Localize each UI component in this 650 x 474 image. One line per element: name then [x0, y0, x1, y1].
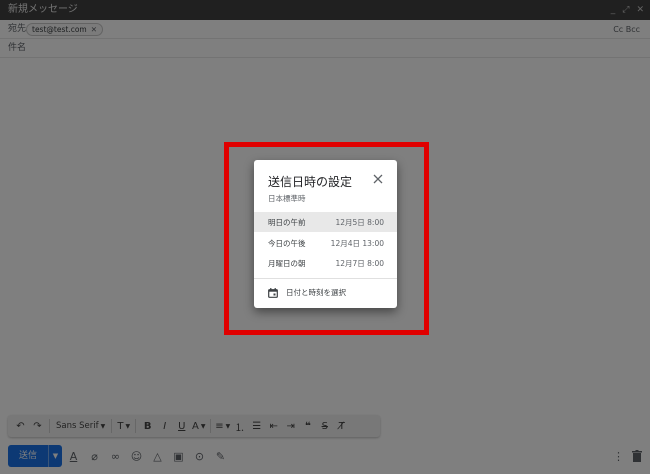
- highlight-box: [224, 142, 429, 335]
